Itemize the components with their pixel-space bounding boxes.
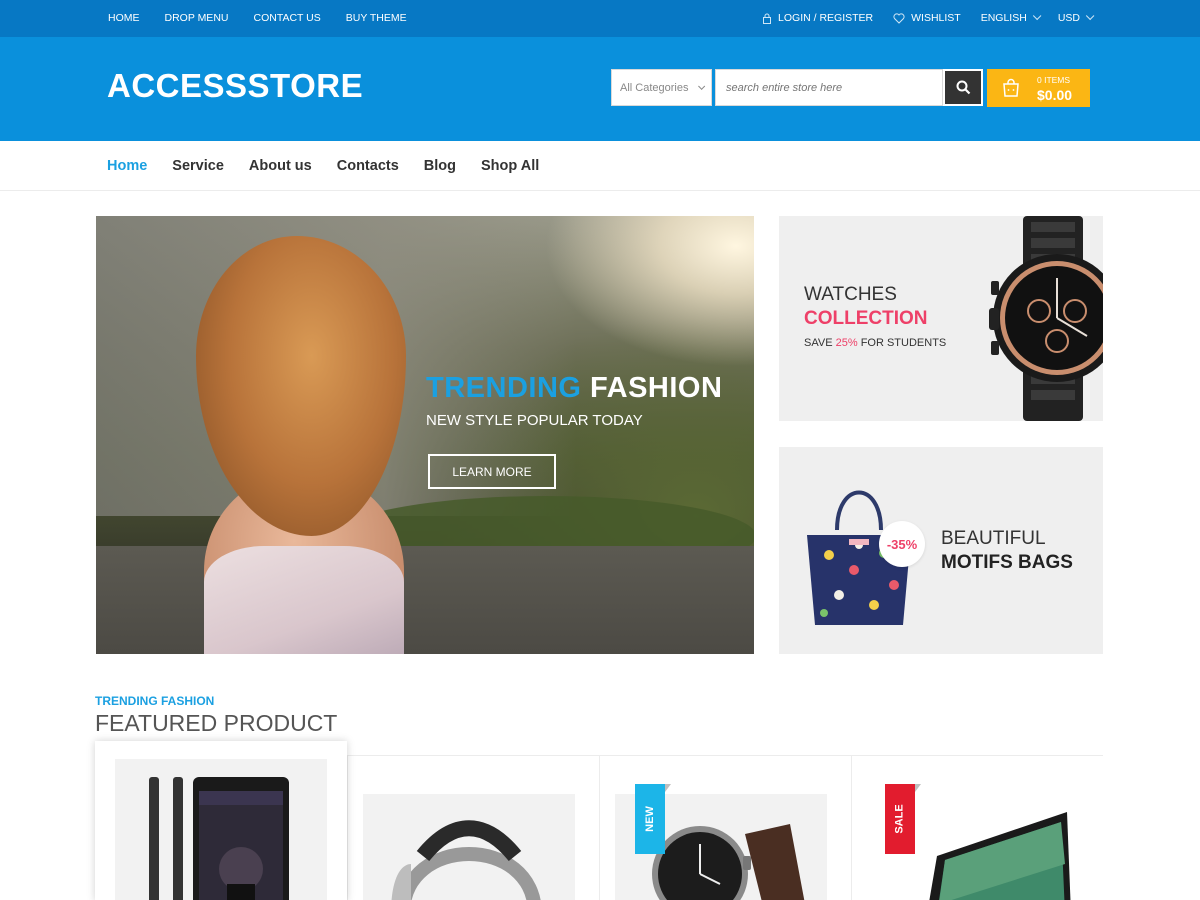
hero-title: TRENDING FASHION bbox=[426, 372, 722, 405]
top-links: HOME DROP MENU CONTACT US BUY THEME bbox=[108, 12, 432, 24]
chevron-down-icon bbox=[1032, 11, 1042, 21]
product-card[interactable] bbox=[347, 756, 599, 900]
discount-badge: -35% bbox=[879, 521, 925, 567]
product-card[interactable]: SALE bbox=[851, 756, 1103, 900]
featured-title: FEATURED PRODUCT bbox=[95, 710, 338, 736]
cart-total: $0.00 bbox=[1037, 87, 1073, 103]
nav-item-service[interactable]: Service bbox=[172, 158, 224, 174]
promo-bags[interactable]: -35% BEAUTIFUL MOTIFS BAGS bbox=[779, 447, 1103, 654]
cart-items-count: 0 ITEMS bbox=[1037, 75, 1071, 85]
category-select[interactable]: All Categories bbox=[611, 69, 712, 106]
promo-bags-line2: MOTIFS BAGS bbox=[941, 552, 1073, 573]
top-link-buy-theme[interactable]: BUY THEME bbox=[346, 12, 407, 24]
category-select-label: All Categories bbox=[620, 82, 689, 94]
hero-subtitle: NEW STYLE POPULAR TODAY bbox=[426, 412, 643, 429]
currency-label: USD bbox=[1057, 12, 1080, 24]
login-register-link[interactable]: LOGIN / REGISTER bbox=[762, 12, 873, 24]
shopping-bag-icon bbox=[1003, 78, 1019, 97]
promo-watches-percent: 25% bbox=[835, 337, 858, 349]
promo-bags-line1: BEAUTIFUL bbox=[941, 528, 1046, 549]
promo-watches-line2: COLLECTION bbox=[804, 308, 928, 329]
hero-banner: TRENDING FASHION NEW STYLE POPULAR TODAY… bbox=[96, 216, 754, 654]
top-bar: HOME DROP MENU CONTACT US BUY THEME LOGI… bbox=[0, 0, 1200, 37]
hero-title-rest: FASHION bbox=[590, 372, 723, 404]
sale-ribbon-label: SALE bbox=[894, 804, 906, 834]
search-button[interactable] bbox=[943, 69, 983, 106]
login-register-label: LOGIN / REGISTER bbox=[778, 12, 874, 24]
product-grid: NEW SALE bbox=[95, 741, 1103, 900]
lock-icon bbox=[763, 13, 772, 24]
product-card[interactable] bbox=[95, 741, 347, 900]
cart-button[interactable]: 0 ITEMS $0.00 bbox=[987, 69, 1090, 107]
promo-watches-save: SAVE bbox=[804, 337, 833, 349]
promo-watches[interactable]: WATCHES COLLECTION SAVE 25% FOR STUDENTS bbox=[779, 216, 1103, 421]
headphones-image bbox=[391, 820, 541, 900]
top-link-contact-us[interactable]: CONTACT US bbox=[253, 12, 320, 24]
search-icon bbox=[956, 80, 970, 95]
chevron-down-icon bbox=[1085, 11, 1095, 21]
product-image-phone bbox=[115, 759, 327, 900]
smartphone-image bbox=[149, 777, 289, 900]
top-link-drop-menu[interactable]: DROP MENU bbox=[165, 12, 229, 24]
heart-icon bbox=[893, 12, 905, 24]
product-card[interactable]: NEW bbox=[599, 756, 851, 900]
new-ribbon: NEW bbox=[635, 784, 671, 854]
header: ACCESSSTORE All Categories 0 ITEMS $0.00 bbox=[0, 37, 1200, 141]
nav-item-shop-all[interactable]: Shop All bbox=[481, 158, 539, 174]
language-label: ENGLISH bbox=[980, 12, 1027, 24]
hero-title-highlight: TRENDING bbox=[426, 372, 582, 404]
account-links: LOGIN / REGISTER WISHLIST ENGLISH USD bbox=[742, 11, 1095, 24]
top-link-home[interactable]: HOME bbox=[108, 12, 140, 24]
nav-item-contacts[interactable]: Contacts bbox=[337, 158, 399, 174]
new-ribbon-label: NEW bbox=[643, 806, 656, 832]
wishlist-label: WISHLIST bbox=[911, 12, 961, 24]
chevron-down-icon bbox=[697, 82, 705, 90]
promo-watches-line1: WATCHES bbox=[804, 284, 897, 305]
hero-model-top bbox=[204, 546, 404, 654]
promo-watches-students: FOR STUDENTS bbox=[860, 337, 947, 349]
main-nav: Home Service About us Contacts Blog Shop… bbox=[0, 141, 1200, 191]
featured-subtitle: TRENDING FASHION bbox=[95, 694, 215, 708]
nav-item-about-us[interactable]: About us bbox=[249, 158, 312, 174]
promo-watches-line3: SAVE 25% FOR STUDENTS bbox=[804, 337, 946, 349]
nav-item-blog[interactable]: Blog bbox=[424, 158, 456, 174]
hero-background-road bbox=[96, 546, 754, 654]
currency-dropdown[interactable]: USD bbox=[1057, 11, 1095, 24]
site-logo[interactable]: ACCESSSTORE bbox=[107, 67, 363, 105]
wishlist-link[interactable]: WISHLIST bbox=[893, 12, 961, 24]
watch-image bbox=[989, 216, 1103, 421]
product-image-headphones bbox=[363, 794, 575, 900]
search-input[interactable] bbox=[715, 69, 943, 106]
sale-ribbon: SALE bbox=[885, 784, 921, 854]
nav-item-home[interactable]: Home bbox=[107, 158, 147, 174]
learn-more-button[interactable]: LEARN MORE bbox=[428, 454, 556, 489]
language-dropdown[interactable]: ENGLISH bbox=[980, 11, 1042, 24]
